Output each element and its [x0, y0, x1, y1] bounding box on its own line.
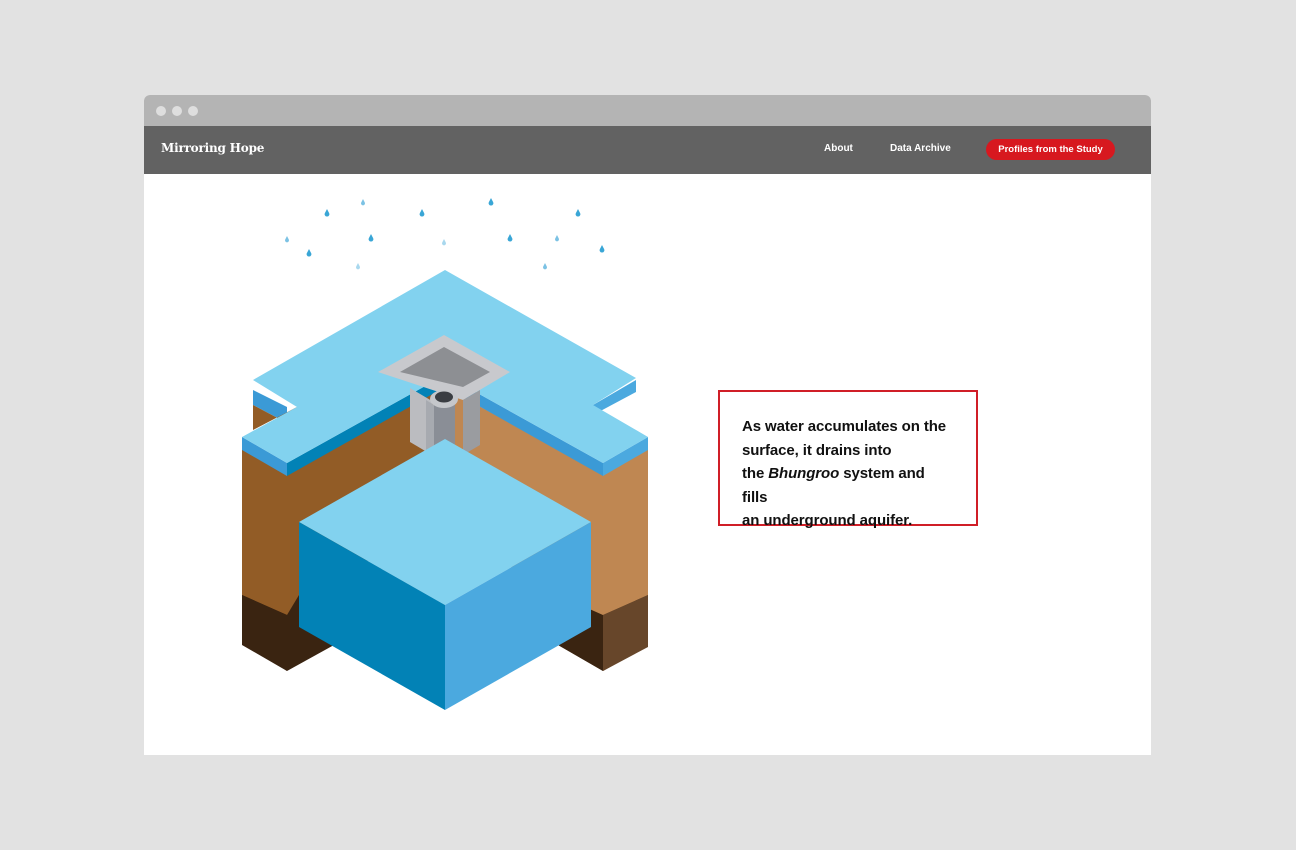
explanation-callout: As water accumulates on the surface, it …: [718, 390, 978, 529]
profiles-button[interactable]: Profiles from the Study: [986, 139, 1115, 160]
callout-text: As water accumulates on the surface, it …: [742, 415, 954, 533]
raindrop-icon: [419, 209, 425, 217]
raindrop-icon: [285, 236, 289, 243]
site-navbar: Mirroring Hope About Data Archive Profil…: [144, 126, 1151, 174]
callout-line: an underground aquifer.: [742, 512, 913, 529]
raindrop-icon: [324, 209, 330, 217]
callout-line: As water accumulates on the: [742, 418, 947, 435]
minimize-window-icon[interactable]: [172, 106, 182, 116]
raindrop-icon: [356, 263, 360, 270]
raindrop-icon: [306, 249, 312, 257]
raindrops: [285, 198, 605, 270]
bhungroo-illustration: [242, 198, 648, 710]
window-titlebar: [144, 95, 1151, 126]
nav-link-data-archive[interactable]: Data Archive: [890, 143, 951, 154]
raindrop-icon: [368, 234, 374, 242]
bhungroo-term: Bhungroo: [768, 465, 840, 482]
callout-line: surface, it drains into: [742, 441, 892, 459]
nav-link-about[interactable]: About: [824, 143, 853, 154]
raindrop-icon: [488, 198, 494, 206]
maximize-window-icon[interactable]: [188, 106, 198, 116]
raindrop-icon: [507, 234, 513, 242]
raindrop-icon: [442, 239, 446, 246]
browser-window: Mirroring Hope About Data Archive Profil…: [144, 95, 1151, 755]
site-brand[interactable]: Mirroring Hope: [161, 141, 264, 155]
raindrop-icon: [360, 199, 365, 206]
close-window-icon[interactable]: [156, 106, 166, 116]
callout-line: the: [742, 465, 769, 482]
raindrop-icon: [555, 235, 559, 242]
raindrop-icon: [575, 209, 581, 217]
raindrop-icon: [543, 263, 547, 270]
raindrop-icon: [599, 245, 605, 253]
